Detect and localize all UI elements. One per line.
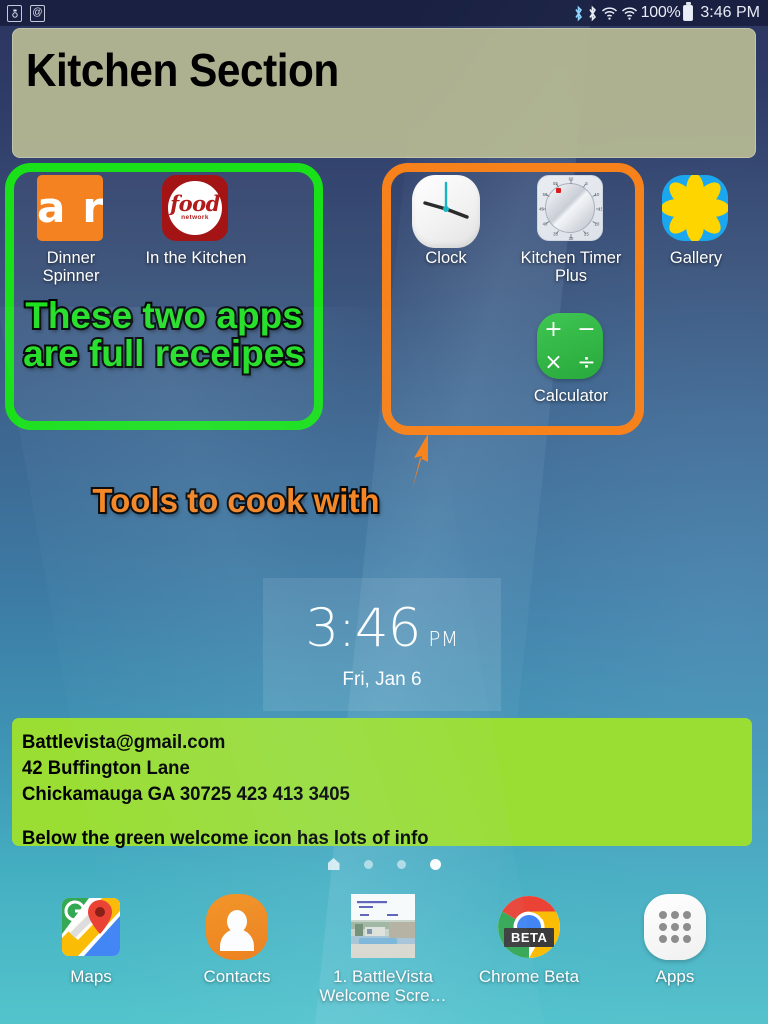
info-note-widget[interactable]: Battlevista@gmail.com 42 Buffington Lane… xyxy=(12,718,752,849)
svg-text:30: 30 xyxy=(569,236,574,241)
clock-widget-ampm: PM xyxy=(428,627,459,651)
email-at-icon: @ xyxy=(30,4,45,22)
info-note-city-phone: Chickamauga GA 30725 423 413 3405 xyxy=(22,782,350,805)
dock-item-battlevista-welcome-screen[interactable]: 1. BattleVista Welcome Scre… xyxy=(313,894,453,1005)
wifi-icon xyxy=(601,5,618,22)
svg-text:25: 25 xyxy=(584,232,589,237)
svg-text:55: 55 xyxy=(553,181,558,186)
calculator-icon: + − × ÷ xyxy=(537,313,605,381)
dock-item-contacts[interactable]: Contacts xyxy=(167,894,307,987)
svg-text:45: 45 xyxy=(539,206,544,211)
page-indicator[interactable] xyxy=(0,858,768,870)
app-dinner-spinner[interactable]: ar Dinner Spinner xyxy=(19,175,123,286)
beta-badge: BETA xyxy=(504,928,555,947)
dock-item-chrome-beta[interactable]: BETA Chrome Beta xyxy=(459,894,599,987)
svg-text:50: 50 xyxy=(543,192,548,197)
home-screen: @ 100% 3:46 PM Kitchen Section a r Dinne… xyxy=(0,0,768,1024)
app-label: In the Kitchen xyxy=(145,249,247,267)
orange-annotation-text: Tools to cook with xyxy=(90,481,381,520)
contacts-person-icon xyxy=(204,894,270,960)
home-icon[interactable] xyxy=(327,858,340,870)
clock-widget-time-row: 3:46 PM xyxy=(305,598,458,659)
app-clock[interactable]: Clock xyxy=(394,175,498,267)
apps-grid-icon xyxy=(642,894,708,960)
bluetooth-icon xyxy=(573,5,584,22)
status-bar[interactable]: @ 100% 3:46 PM xyxy=(0,0,768,26)
minus-glyph: − xyxy=(577,317,596,342)
clock-widget-time: 3:46 xyxy=(305,598,421,659)
dock-label: Maps xyxy=(70,967,112,986)
kitchen-timer-dial-icon: 60 5 10 15 20 25 30 35 40 45 50 55 xyxy=(537,175,605,243)
clock-icon xyxy=(412,175,480,248)
status-bar-left-icons: @ xyxy=(0,4,45,22)
battery-percent-label: 100% xyxy=(640,4,681,21)
svg-text:20: 20 xyxy=(595,222,600,227)
svg-text:35: 35 xyxy=(553,232,558,237)
dock-item-apps[interactable]: Apps xyxy=(605,894,745,987)
status-bar-right-icons: 100% 3:46 PM xyxy=(573,2,768,22)
volume-speaker-icon xyxy=(7,4,22,22)
app-calculator[interactable]: + − × ÷ Calculator xyxy=(519,313,623,405)
app-label: Kitchen Timer Plus xyxy=(520,249,622,286)
battery-icon xyxy=(683,2,694,21)
svg-text:60: 60 xyxy=(569,177,574,182)
app-gallery[interactable]: Gallery xyxy=(644,175,748,267)
app-in-the-kitchen[interactable]: food network In the Kitchen xyxy=(144,175,248,267)
svg-text:15: 15 xyxy=(598,206,603,211)
app-label: Gallery xyxy=(669,249,723,267)
gallery-flower-icon xyxy=(662,175,730,243)
kitchen-section-header-widget[interactable]: Kitchen Section xyxy=(12,28,756,158)
dock-label: Chrome Beta xyxy=(478,967,580,986)
page-dot[interactable] xyxy=(396,859,406,869)
app-label: Calculator xyxy=(533,387,609,405)
app-label: Dinner Spinner xyxy=(42,249,100,286)
clock-widget[interactable]: 3:46 PM Fri, Jan 6 xyxy=(263,578,501,711)
info-note-email: Battlevista@gmail.com xyxy=(22,731,226,753)
dock-item-maps[interactable]: Maps xyxy=(21,894,161,987)
dock-label: 1. BattleVista Welcome Scre… xyxy=(319,967,447,1005)
plus-glyph: + xyxy=(544,317,563,342)
kitchen-section-title: Kitchen Section xyxy=(25,44,339,96)
dock: Maps Contacts 1. BattleVista Welcome Scr… xyxy=(0,884,768,1024)
svg-text:10: 10 xyxy=(595,192,600,197)
green-annotation-text: These two apps are full receipes xyxy=(21,294,307,375)
dock-label: Apps xyxy=(655,967,695,986)
svg-text:40: 40 xyxy=(543,222,548,227)
divide-glyph: ÷ xyxy=(577,350,596,375)
app-label: Clock xyxy=(425,249,467,267)
info-note-hint: Below the green welcome icon has lots of… xyxy=(22,826,429,849)
page-dot[interactable] xyxy=(363,859,373,869)
wifi-signal-icon xyxy=(621,5,638,22)
page-dot-active[interactable] xyxy=(429,858,441,870)
photo-thumbnail-icon xyxy=(350,894,416,960)
bluetooth-audio-icon xyxy=(587,5,598,22)
google-maps-icon xyxy=(58,894,124,960)
allrecipes-dinner-spinner-icon: ar xyxy=(37,175,105,243)
food-network-icon: food network xyxy=(162,175,230,243)
multiply-glyph: × xyxy=(544,350,563,375)
clock-widget-date: Fri, Jan 6 xyxy=(342,669,422,690)
status-bar-clock: 3:46 PM xyxy=(700,4,760,21)
dock-label: Contacts xyxy=(203,967,271,986)
info-note-street: 42 Buffington Lane xyxy=(22,756,190,779)
app-kitchen-timer-plus[interactable]: 60 5 10 15 20 25 30 35 40 45 50 55 Kitchen Timer… xyxy=(519,175,623,286)
svg-text:5: 5 xyxy=(585,181,588,186)
chrome-beta-icon: BETA xyxy=(496,894,562,960)
